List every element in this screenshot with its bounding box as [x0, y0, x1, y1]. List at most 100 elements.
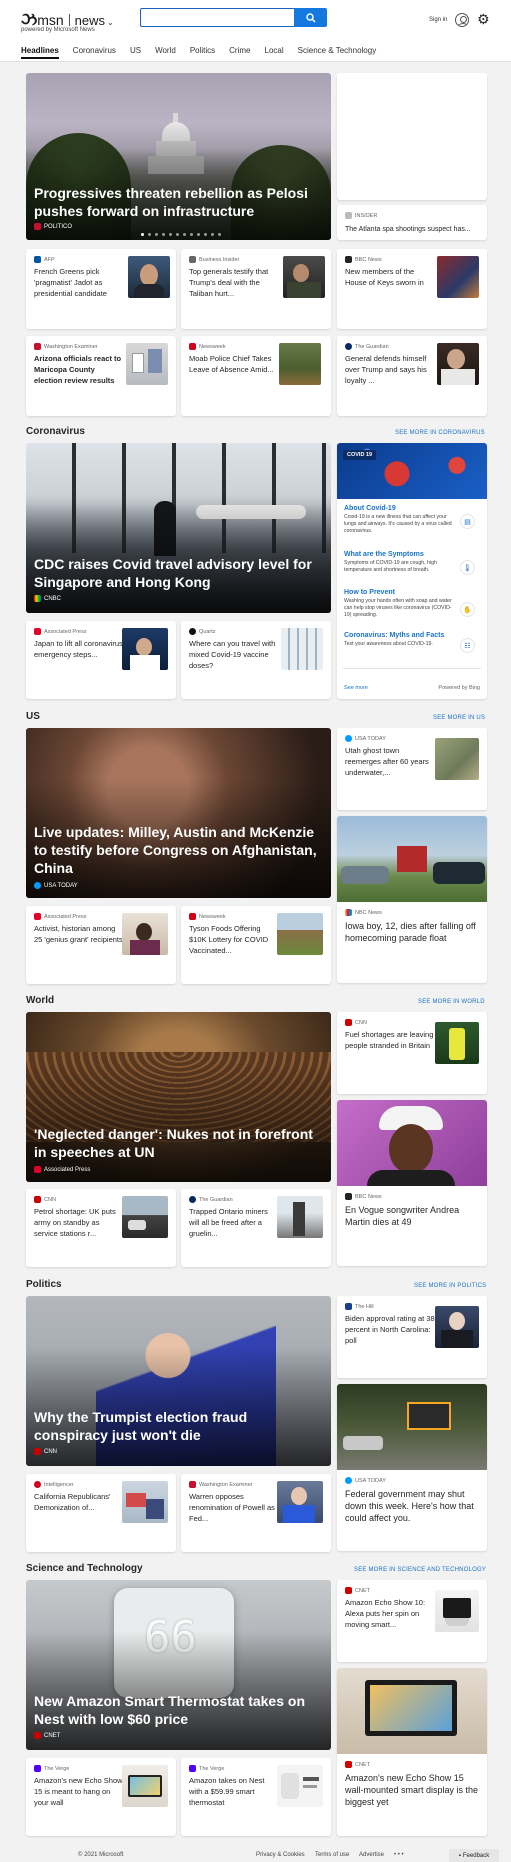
news-card-large[interactable]: CNET Amazon's new Echo Show 15 wall-moun… — [337, 1668, 487, 1836]
see-more-us-link[interactable]: SEE MORE IN US — [433, 715, 485, 721]
card-title[interactable]: Iowa boy, 12, dies after falling off hom… — [345, 920, 479, 944]
feedback-button[interactable]: ▪ Feedback — [449, 1849, 499, 1862]
news-card[interactable]: Associated Press Japan to lift all coron… — [26, 621, 176, 699]
news-card[interactable]: CNET Amazon Echo Show 10: Alexa puts her… — [337, 1580, 487, 1662]
news-card[interactable]: CNN Petrol shortage: UK puts army on sta… — [26, 1189, 176, 1267]
news-card[interactable]: Associated Press Activist, historian amo… — [26, 906, 176, 984]
card-title[interactable]: Arizona officials react to Maricopa Coun… — [34, 353, 124, 386]
sign-in-link[interactable]: Sign in — [429, 17, 447, 23]
card-title[interactable]: Petrol shortage: UK puts army on standby… — [34, 1206, 124, 1239]
world-hero-card[interactable]: 'Neglected danger': Nukes not in forefro… — [26, 1012, 331, 1182]
hero-title[interactable]: Live updates: Milley, Austin and McKenzi… — [34, 823, 321, 877]
news-card[interactable]: The Guardian General defends himself ove… — [337, 336, 487, 416]
headline-hero-card[interactable]: Progressives threaten rebellion as Pelos… — [26, 73, 331, 240]
advertise-link[interactable]: Advertise — [359, 1852, 384, 1858]
see-more-world-link[interactable]: SEE MORE IN WORLD — [418, 999, 485, 1005]
card-title[interactable]: French Greens pick 'pragmatist' Jadot as… — [34, 266, 124, 299]
coronavirus-hero-card[interactable]: CDC raises Covid travel advisory level f… — [26, 443, 331, 613]
news-card[interactable]: Quartz Where can you travel with mixed C… — [181, 621, 331, 699]
news-card-large[interactable]: NBC News Iowa boy, 12, dies after fallin… — [337, 816, 487, 983]
gear-icon[interactable]: ⚙ — [477, 12, 490, 26]
scitech-hero-card[interactable]: 66 New Amazon Smart Thermostat takes on … — [26, 1580, 331, 1750]
covid-prevent-item[interactable]: How to Prevent Washing your hands often w… — [344, 589, 454, 619]
card-title[interactable]: New members of the House of Keys sworn i… — [345, 266, 435, 288]
news-card-large[interactable]: USA TODAY Federal government may shut do… — [337, 1384, 487, 1551]
card-title[interactable]: General defends himself over Trump and s… — [345, 353, 435, 386]
hero-title[interactable]: Progressives threaten rebellion as Pelos… — [34, 184, 321, 220]
covid-see-more-link[interactable]: See more — [344, 685, 368, 691]
card-thumbnail — [435, 1022, 479, 1064]
card-title[interactable]: The Atlanta spa shootings suspect has... — [345, 224, 479, 236]
terms-link[interactable]: Terms of use — [315, 1852, 349, 1858]
card-title[interactable]: En Vogue songwriter Andrea Martin dies a… — [345, 1204, 479, 1228]
card-title[interactable]: Warren opposes renomination of Powell as… — [189, 1491, 279, 1524]
card-title[interactable]: Japan to lift all coronavirus emergency … — [34, 638, 124, 660]
tab-world[interactable]: World — [155, 46, 176, 55]
news-card[interactable]: AFP French Greens pick 'pragmatist' Jado… — [26, 249, 176, 329]
card-title[interactable]: Where can you travel with mixed Covid-19… — [189, 638, 279, 671]
card-title[interactable]: Utah ghost town reemerges after 60 years… — [345, 745, 435, 778]
news-card[interactable]: The Verge Amazon's new Echo Show 15 is m… — [26, 1758, 176, 1836]
news-card[interactable]: Newsweek Moab Police Chief Takes Leave o… — [181, 336, 331, 416]
card-title[interactable]: Amazon Echo Show 10: Alexa puts her spin… — [345, 1597, 435, 1630]
covid-item-title[interactable]: How to Prevent — [344, 589, 454, 596]
news-card[interactable]: Washington Examiner Arizona officials re… — [26, 336, 176, 416]
tab-us[interactable]: US — [130, 46, 141, 55]
covid-item-title[interactable]: About Covid-19 — [344, 505, 454, 512]
hero-source: CNBC — [34, 595, 61, 602]
news-card-large[interactable]: BBC News En Vogue songwriter Andrea Mart… — [337, 1100, 487, 1266]
tab-science-technology[interactable]: Science & Technology — [298, 46, 377, 55]
tab-coronavirus[interactable]: Coronavirus — [73, 46, 116, 55]
carousel-dots[interactable] — [141, 233, 221, 236]
card-title[interactable]: California Republicans' Demonization of.… — [34, 1491, 124, 1513]
card-title[interactable]: Moab Police Chief Takes Leave of Absence… — [189, 353, 279, 375]
card-title[interactable]: Amazon's new Echo Show 15 wall-mounted s… — [345, 1772, 479, 1808]
news-card[interactable]: BBC News New members of the House of Key… — [337, 249, 487, 329]
news-card[interactable]: Intelligencer California Republicans' De… — [26, 1474, 176, 1552]
news-card[interactable]: CNN Fuel shortages are leaving people st… — [337, 1012, 487, 1094]
covid-item-title[interactable]: What are the Symptoms — [344, 551, 454, 558]
card-title[interactable]: Tyson Foods Offering $10K Lottery for CO… — [189, 923, 279, 956]
covid-item-title[interactable]: Coronavirus: Myths and Facts — [344, 632, 454, 639]
chevron-down-icon[interactable]: ⌄ — [107, 18, 114, 27]
tab-politics[interactable]: Politics — [190, 46, 215, 55]
card-title[interactable]: Amazon takes on Nest with a $59.99 smart… — [189, 1775, 279, 1808]
covid-myths-item[interactable]: Coronavirus: Myths and Facts Test your aw… — [344, 632, 454, 648]
card-title[interactable]: Fuel shortages are leaving people strand… — [345, 1029, 435, 1051]
covid-symptoms-item[interactable]: What are the Symptoms Symptoms of COVID-1… — [344, 551, 454, 574]
nav-divider — [0, 61, 511, 62]
politics-hero-card[interactable]: Why the Trumpist election fraud conspira… — [26, 1296, 331, 1466]
hero-title[interactable]: CDC raises Covid travel advisory level f… — [34, 555, 321, 591]
news-card[interactable]: Newsweek Tyson Foods Offering $10K Lotte… — [181, 906, 331, 984]
see-more-science-technology-link[interactable]: SEE MORE IN SCIENCE AND TECHNOLOGY — [354, 1567, 486, 1573]
tab-headlines[interactable]: Headlines — [21, 46, 59, 59]
hero-source-label: CNET — [44, 1732, 61, 1739]
search-input[interactable] — [140, 8, 294, 27]
hero-title[interactable]: Why the Trumpist election fraud conspira… — [34, 1408, 321, 1444]
card-title[interactable]: Top generals testify that Trump's deal w… — [189, 266, 279, 299]
hero-title[interactable]: New Amazon Smart Thermostat takes on Nes… — [34, 1692, 321, 1728]
news-card[interactable]: The Guardian Trapped Ontario miners will… — [181, 1189, 331, 1267]
tab-crime[interactable]: Crime — [229, 46, 250, 55]
news-card[interactable]: USA TODAY Utah ghost town reemerges afte… — [337, 728, 487, 810]
news-card[interactable]: Business Insider Top generals testify th… — [181, 249, 331, 329]
news-card[interactable]: The Verge Amazon takes on Nest with a $5… — [181, 1758, 331, 1836]
card-title[interactable]: Trapped Ontario miners will all be freed… — [189, 1206, 279, 1239]
covid-about-item[interactable]: About Covid-19 Covid-19 is a new illness … — [344, 505, 454, 535]
see-more-politics-link[interactable]: SEE MORE IN POLITICS — [414, 1283, 486, 1289]
avatar-icon[interactable] — [455, 13, 469, 27]
see-more-coronavirus-link[interactable]: SEE MORE IN CORONAVIRUS — [395, 430, 485, 436]
news-card[interactable]: Washington Examiner Warren opposes renom… — [181, 1474, 331, 1552]
tab-local[interactable]: Local — [265, 46, 284, 55]
search-button[interactable] — [294, 8, 327, 27]
hero-title[interactable]: 'Neglected danger': Nukes not in forefro… — [34, 1125, 321, 1161]
more-options-icon[interactable]: • • • — [394, 1852, 404, 1858]
news-card[interactable]: The Hill Biden approval rating at 38 per… — [337, 1296, 487, 1378]
card-title[interactable]: Amazon's new Echo Show 15 is meant to ha… — [34, 1775, 124, 1808]
us-hero-card[interactable]: Live updates: Milley, Austin and McKenzi… — [26, 728, 331, 898]
card-title[interactable]: Activist, historian among 25 'genius gra… — [34, 923, 124, 945]
card-title[interactable]: Federal government may shut down this we… — [345, 1488, 479, 1524]
privacy-link[interactable]: Privacy & Cookies — [256, 1852, 305, 1858]
card-title[interactable]: Biden approval rating at 38 percent in N… — [345, 1313, 435, 1346]
insider-text-card[interactable]: INSIDER The Atlanta spa shootings suspec… — [337, 205, 487, 240]
